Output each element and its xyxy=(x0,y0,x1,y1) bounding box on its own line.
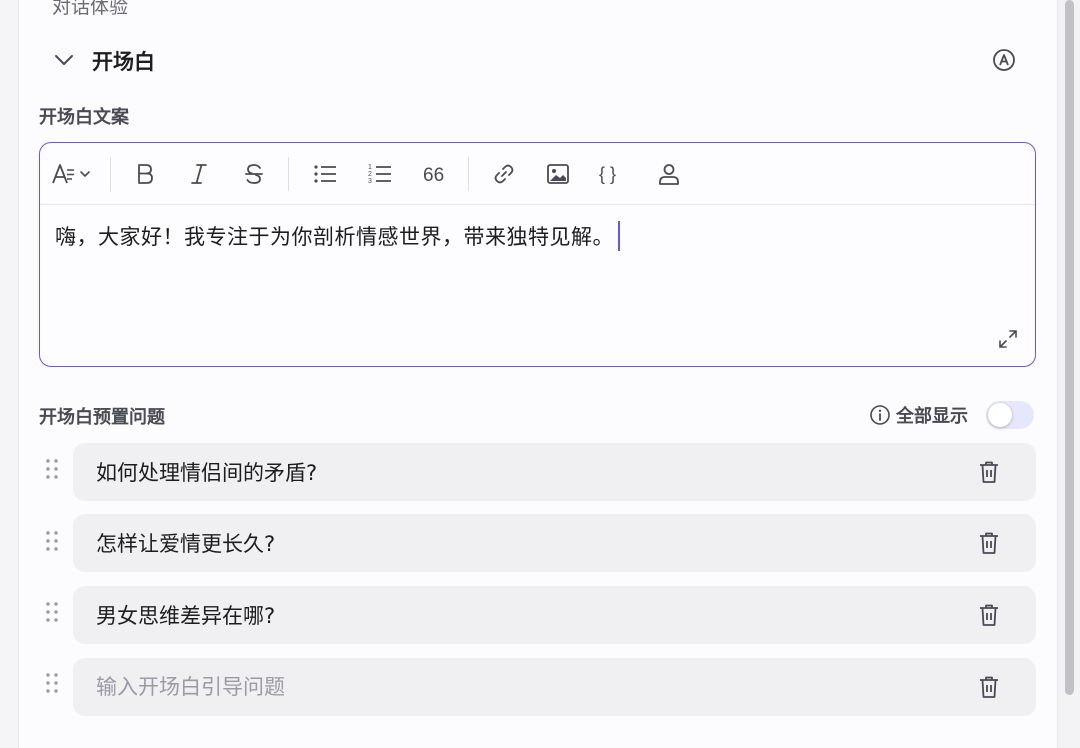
question-text[interactable]: 怎样让爱情更长久? xyxy=(96,528,275,558)
numbered-list-button[interactable]: 1 2 3 xyxy=(365,159,395,189)
chevron-down-icon[interactable] xyxy=(52,48,76,72)
trash-icon[interactable] xyxy=(978,460,1000,484)
text-style-icon xyxy=(52,164,90,184)
svg-text:1: 1 xyxy=(368,164,372,171)
trash-icon[interactable] xyxy=(978,675,1000,699)
toolbar-separator xyxy=(288,157,289,191)
trash-icon[interactable] xyxy=(978,603,1000,627)
bullet-list-button[interactable] xyxy=(310,159,340,189)
opening-text-value: 嗨，大家好！我专注于为你剖析情感世界，带来独特见解。 xyxy=(55,225,614,249)
bold-icon xyxy=(138,164,153,184)
svg-text:2: 2 xyxy=(368,171,372,178)
quote-button[interactable]: 66 xyxy=(420,159,450,189)
text-caret xyxy=(618,221,620,251)
drag-handle-icon[interactable] xyxy=(44,671,60,695)
image-icon xyxy=(547,164,569,184)
link-button[interactable] xyxy=(489,159,519,189)
opening-text-label: 开场白文案 xyxy=(39,107,129,128)
section-title: 对话体验 xyxy=(52,0,129,18)
auto-generate-icon[interactable] xyxy=(991,47,1017,73)
strikethrough-icon xyxy=(245,164,263,184)
editor-toolbar: 1 2 3 66 { } xyxy=(40,143,1035,205)
new-question-input[interactable] xyxy=(96,670,956,704)
code-icon: { } xyxy=(599,164,616,184)
show-all-text: 全部显示 xyxy=(896,406,968,427)
question-text[interactable]: 男女思维差异在哪? xyxy=(96,600,275,630)
toolbar-separator xyxy=(468,157,469,191)
strikethrough-button[interactable] xyxy=(239,159,269,189)
info-icon[interactable] xyxy=(869,404,891,426)
bullet-list-icon xyxy=(314,165,336,183)
numbered-list-icon: 1 2 3 xyxy=(368,164,391,185)
question-row[interactable]: 怎样让爱情更长久? xyxy=(73,514,1036,572)
drag-handle-icon[interactable] xyxy=(44,457,60,481)
preset-questions-label: 开场白预置问题 xyxy=(39,407,165,428)
italic-icon xyxy=(191,164,207,184)
question-row[interactable]: 男女思维差异在哪? xyxy=(73,586,1036,644)
code-button[interactable]: { } xyxy=(597,159,627,189)
opening-text-content[interactable]: 嗨，大家好！我专注于为你剖析情感世界，带来独特见解。 xyxy=(55,221,620,253)
italic-button[interactable] xyxy=(184,159,214,189)
toggle-knob xyxy=(988,403,1012,427)
expand-icon[interactable] xyxy=(997,328,1019,350)
question-text[interactable]: 如何处理情侣间的矛盾? xyxy=(96,457,317,487)
text-style-button[interactable] xyxy=(50,159,96,189)
opening-text-editor[interactable]: 1 2 3 66 { } 嗨，大家好！我专注于为你剖析情感世界，带来独特见解。 xyxy=(39,142,1036,367)
new-question-row[interactable] xyxy=(73,658,1036,716)
svg-text:{ }: { } xyxy=(599,164,616,184)
svg-text:66: 66 xyxy=(423,165,444,186)
toolbar-separator xyxy=(110,157,111,191)
trash-icon[interactable] xyxy=(978,531,1000,555)
group-title[interactable]: 开场白 xyxy=(92,46,155,76)
question-row[interactable]: 如何处理情侣间的矛盾? xyxy=(73,443,1036,501)
user-icon xyxy=(659,164,679,185)
image-button[interactable] xyxy=(543,159,573,189)
show-all-toggle[interactable] xyxy=(986,401,1034,429)
bold-button[interactable] xyxy=(130,159,160,189)
drag-handle-icon[interactable] xyxy=(44,529,60,553)
drag-handle-icon[interactable] xyxy=(44,600,60,624)
link-icon xyxy=(494,164,514,184)
show-all-label: 全部显示 xyxy=(869,401,968,429)
quote-icon: 66 xyxy=(423,165,444,186)
scrollbar-thumb[interactable] xyxy=(1065,0,1074,695)
user-button[interactable] xyxy=(654,159,684,189)
svg-text:3: 3 xyxy=(368,178,372,185)
